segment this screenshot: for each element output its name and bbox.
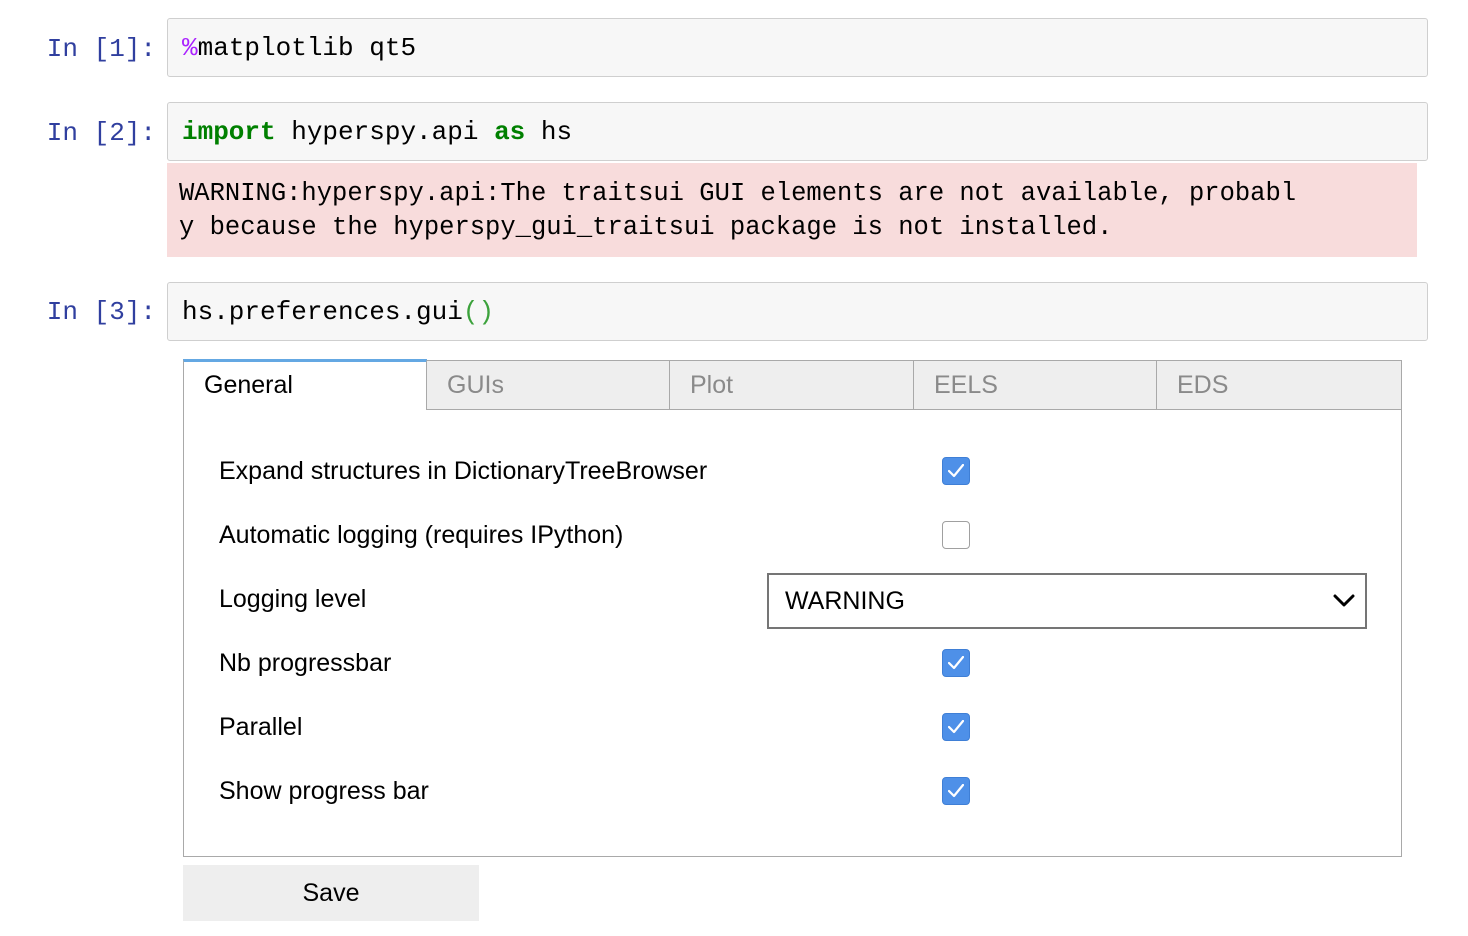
parallel-checkbox[interactable] bbox=[942, 713, 970, 741]
stderr-output: WARNING:hyperspy.api:The traitsui GUI el… bbox=[167, 163, 1417, 257]
preferences-widget: General GUIs Plot EELS EDS Expand struct… bbox=[183, 359, 1402, 857]
show-progress-bar-label: Show progress bar bbox=[219, 777, 429, 805]
save-button[interactable]: Save bbox=[183, 865, 479, 921]
tab-general[interactable]: General bbox=[183, 359, 427, 411]
module-alias: hs bbox=[525, 117, 573, 147]
tab-guis[interactable]: GUIs bbox=[427, 360, 670, 410]
logging-level-select[interactable]: WARNING bbox=[767, 573, 1367, 629]
stderr-line-2: y because the hyperspy_gui_traitsui pack… bbox=[179, 213, 1113, 242]
expand-structures-checkbox[interactable] bbox=[942, 457, 970, 485]
expand-structures-label: Expand structures in DictionaryTreeBrows… bbox=[219, 457, 708, 485]
cell-1-input[interactable]: %matplotlib qt5 bbox=[167, 18, 1428, 77]
keyword-as: as bbox=[494, 117, 526, 147]
show-progress-bar-checkbox[interactable] bbox=[942, 777, 970, 805]
tab-eds[interactable]: EDS bbox=[1157, 360, 1402, 410]
checkmark-icon bbox=[948, 464, 964, 478]
magic-command: matplotlib qt5 bbox=[197, 33, 417, 63]
cell-1-prompt: In [1]: bbox=[46, 34, 156, 64]
keyword-import: import bbox=[182, 117, 276, 147]
cell-1-code: %matplotlib qt5 bbox=[182, 33, 416, 63]
automatic-logging-label: Automatic logging (requires IPython) bbox=[219, 521, 624, 549]
tab-eels[interactable]: EELS bbox=[914, 360, 1157, 410]
tab-bar: General GUIs Plot EELS EDS bbox=[183, 359, 1402, 411]
call-parens: () bbox=[462, 297, 495, 327]
checkmark-icon bbox=[948, 656, 964, 670]
parallel-label: Parallel bbox=[219, 713, 303, 741]
checkmark-icon bbox=[948, 784, 964, 798]
magic-percent: % bbox=[182, 33, 198, 63]
cell-3-input[interactable]: hs.preferences.gui() bbox=[167, 282, 1428, 341]
cell-2-prompt: In [2]: bbox=[46, 118, 156, 148]
cell-3-code: hs.preferences.gui() bbox=[182, 297, 494, 327]
call-expression: hs.preferences.gui bbox=[182, 297, 463, 327]
logging-level-label: Logging level bbox=[219, 585, 367, 613]
chevron-down-icon bbox=[1333, 594, 1355, 607]
logging-level-value: WARNING bbox=[785, 587, 905, 615]
nb-progressbar-label: Nb progressbar bbox=[219, 649, 392, 677]
tab-plot[interactable]: Plot bbox=[670, 360, 914, 410]
cell-2-code: import hyperspy.api as hs bbox=[182, 117, 572, 147]
tab-panel-general: Expand structures in DictionaryTreeBrows… bbox=[183, 410, 1402, 857]
module-name: hyperspy.api bbox=[275, 117, 495, 147]
stderr-line-1: WARNING:hyperspy.api:The traitsui GUI el… bbox=[179, 179, 1297, 208]
checkmark-icon bbox=[948, 720, 964, 734]
nb-progressbar-checkbox[interactable] bbox=[942, 649, 970, 677]
cell-2-input[interactable]: import hyperspy.api as hs bbox=[167, 102, 1428, 161]
automatic-logging-checkbox[interactable] bbox=[942, 521, 970, 549]
cell-3-prompt: In [3]: bbox=[46, 297, 156, 327]
